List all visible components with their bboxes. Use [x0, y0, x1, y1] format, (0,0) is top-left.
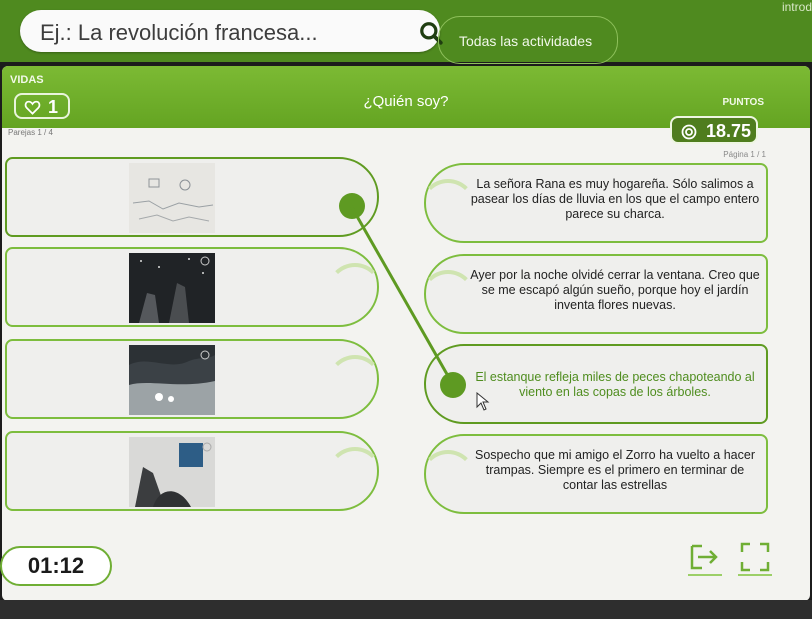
exit-icon[interactable] [688, 540, 722, 576]
screen-bezel [0, 600, 812, 619]
mouse-cursor-icon [476, 392, 490, 411]
fullscreen-icon[interactable] [738, 540, 772, 576]
match-connector [348, 203, 454, 384]
timer: 01:12 [0, 546, 112, 586]
